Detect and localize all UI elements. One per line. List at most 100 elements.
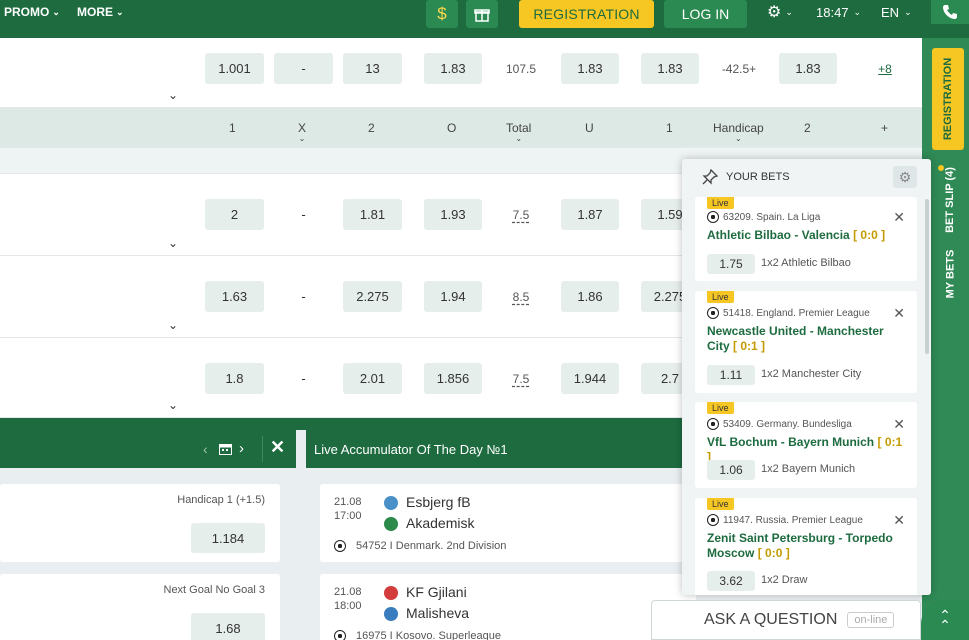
close-icon[interactable]: ✕ — [270, 437, 285, 458]
registration-button[interactable]: REGISTRATION — [519, 0, 654, 28]
bet-match: Newcastle United - Manchester City [ 0:1… — [707, 324, 884, 353]
match-league: 54752 I Denmark. 2nd Division — [334, 540, 506, 552]
odd-cell[interactable]: 1.63 — [205, 281, 264, 312]
chevron-down-icon: ⌄ — [298, 134, 306, 143]
odd-button[interactable]: 1.68 — [191, 613, 265, 640]
language-label: EN — [881, 4, 900, 20]
bet-pick: 1x2 Bayern Munich — [761, 463, 856, 475]
gift-icon — [474, 9, 490, 22]
odd-cell[interactable]: 1.83 — [561, 53, 619, 84]
odd-cell[interactable]: 1.93 — [424, 199, 482, 230]
more-menu[interactable]: MORE ⌄ — [77, 0, 124, 24]
total-value[interactable]: 7.5 — [492, 199, 550, 230]
chevron-down-icon[interactable]: ⌄ — [168, 88, 178, 102]
odd-cell[interactable]: 1.83 — [424, 53, 482, 84]
match-league: 16975 I Kosovo. Superleague — [334, 630, 501, 640]
odd-cell[interactable]: 1.83 — [641, 53, 699, 84]
odd-cell[interactable]: 1.94 — [424, 281, 482, 312]
chevron-down-icon: ⌄ — [52, 6, 60, 17]
chevron-down-icon[interactable]: ⌄ — [168, 318, 178, 332]
team-1: Esbjerg fB — [384, 494, 471, 511]
rail-registration-tab[interactable]: REGISTRATION — [932, 48, 964, 150]
chevron-right-icon[interactable]: › — [239, 440, 244, 457]
col-header-plus: + — [881, 121, 889, 135]
accumulator-panel: Live Accumulator Of The Day №1 21.08 17:… — [306, 430, 696, 640]
left-bottom-panel: ‹ › ✕ Handicap 1 (+1.5) 1.184 Next Goal … — [0, 430, 296, 640]
odd-cell[interactable]: 1.81 — [343, 199, 402, 230]
remove-bet-icon[interactable]: ✕ — [893, 512, 905, 529]
soccer-ball-icon — [707, 307, 719, 319]
col-header-handicap[interactable]: Handicap ⌄ — [713, 121, 764, 143]
gear-icon[interactable]: ⚙ — [893, 166, 917, 188]
odd-cell[interactable]: 1.83 — [779, 53, 837, 84]
rail-bet-slip-tab[interactable]: BET SLIP (4) — [936, 162, 964, 238]
remove-bet-icon[interactable]: ✕ — [893, 416, 905, 433]
scroll-up-button[interactable]: ⌃ ⌃ — [921, 600, 969, 640]
match-date: 21.08 — [334, 586, 362, 598]
bet-odd: 1.11 — [707, 365, 755, 385]
odd-cell: - — [274, 363, 333, 394]
bet-match: Zenit Saint Petersburg - Torpedo Moscow … — [707, 531, 893, 560]
chevron-down-icon[interactable]: ⌄ — [168, 398, 178, 412]
more-markets-link[interactable]: +8 — [862, 53, 908, 84]
calendar-icon[interactable] — [219, 443, 232, 455]
accumulator-match-card[interactable]: 21.08 17:00 Esbjerg fB Akademisk 54752 I… — [320, 484, 696, 562]
language-menu[interactable]: EN ⌄ — [881, 0, 912, 24]
soccer-ball-icon — [707, 418, 719, 430]
odd-cell[interactable]: 2.01 — [343, 363, 402, 394]
bet-odd: 1.75 — [707, 254, 755, 274]
col-header-total[interactable]: Total ⌄ — [506, 121, 531, 143]
chevron-left-icon[interactable]: ‹ — [203, 441, 208, 457]
promo-menu[interactable]: PROMO ⌄ — [4, 0, 60, 24]
total-value[interactable]: 7.5 — [492, 363, 550, 394]
team-2: Akademisk — [384, 515, 474, 532]
chevron-down-icon: ⌄ — [785, 6, 793, 17]
phone-button[interactable] — [931, 0, 969, 24]
gift-button[interactable] — [466, 0, 498, 28]
time-menu[interactable]: 18:47 ⌄ — [816, 0, 861, 24]
bet-slip-panel: YOUR BETS ⚙ Live 63209. Spain. La Liga ✕… — [682, 159, 931, 595]
remove-bet-icon[interactable]: ✕ — [893, 209, 905, 226]
settings-menu[interactable]: ⚙ ⌄ — [767, 0, 793, 24]
odd-button[interactable]: 1.184 — [191, 523, 265, 553]
login-button[interactable]: LOG IN — [664, 0, 747, 28]
team-logo-icon — [384, 586, 398, 601]
odd-cell[interactable]: 2.275 — [343, 281, 402, 312]
col-header-1: 1 — [229, 121, 236, 135]
top-bar: PROMO ⌄ MORE ⌄ $ REGISTRATION LOG IN ⚙ ⌄… — [0, 0, 969, 38]
chevron-down-icon: ⌄ — [735, 134, 742, 143]
scrollbar[interactable] — [925, 199, 929, 354]
divider — [262, 436, 263, 462]
odd-cell[interactable]: - — [274, 53, 333, 84]
col-header-x[interactable]: X ⌄ — [298, 121, 306, 143]
odd-cell[interactable]: 1.944 — [561, 363, 619, 394]
team-logo-icon — [384, 517, 398, 532]
ask-question-widget[interactable]: ASK A QUESTION on-line — [651, 600, 921, 640]
chevron-up-icon: ⌃ ⌃ — [939, 607, 951, 633]
live-badge: Live — [707, 498, 734, 510]
odd-cell[interactable]: 1.8 — [205, 363, 264, 394]
deposit-button[interactable]: $ — [426, 0, 458, 28]
team-logo-icon — [384, 607, 398, 622]
chevron-down-icon: ⌄ — [515, 134, 523, 143]
rail-my-bets-tab[interactable]: MY BETS — [936, 242, 964, 306]
odd-cell[interactable]: 1.87 — [561, 199, 619, 230]
accumulator-match-card[interactable]: 21.08 18:00 KF Gjilani Malisheva 16975 I… — [320, 574, 696, 640]
bet-league: 11947. Russia. Premier League — [707, 514, 863, 526]
remove-bet-icon[interactable]: ✕ — [893, 305, 905, 322]
soccer-ball-icon — [334, 540, 346, 552]
odd-cell[interactable]: 13 — [343, 53, 402, 84]
pin-icon[interactable] — [702, 169, 718, 185]
odd-cell[interactable]: 1.86 — [561, 281, 619, 312]
chevron-down-icon[interactable]: ⌄ — [168, 236, 178, 250]
total-value[interactable]: 8.5 — [492, 281, 550, 312]
bet-pick: 1x2 Manchester City — [761, 368, 862, 380]
live-badge: Live — [707, 291, 734, 303]
col-header-under: U — [585, 121, 594, 135]
bet-offer-card: Next Goal No Goal 3 1.68 — [0, 574, 280, 640]
odd-cell[interactable]: 2 — [205, 199, 264, 230]
odd-cell[interactable]: 1.001 — [205, 53, 264, 84]
soccer-ball-icon — [707, 211, 719, 223]
gear-icon: ⚙ — [767, 4, 782, 21]
odd-cell[interactable]: 1.856 — [424, 363, 482, 394]
